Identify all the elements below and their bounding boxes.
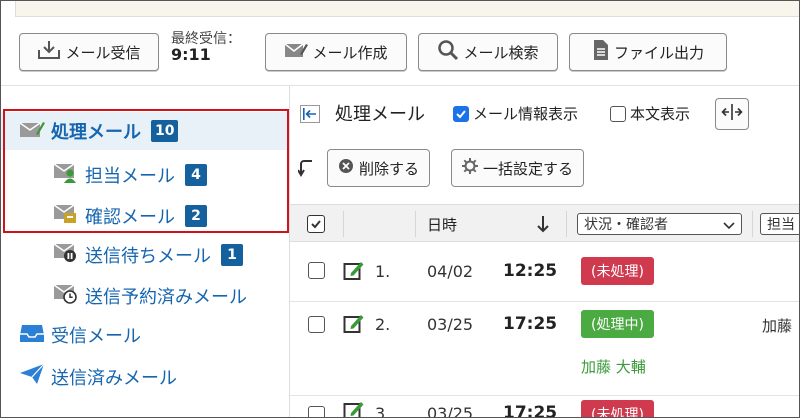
edit-icon[interactable] [343, 400, 365, 417]
clock-mail-icon [53, 282, 79, 309]
delete-button[interactable]: 削除する [327, 149, 431, 187]
bulk-settings-label: 一括設定する [483, 159, 574, 178]
compose-icon [284, 40, 309, 64]
split-view-button[interactable] [715, 98, 749, 130]
assignee-name: 加藤 [762, 317, 793, 335]
inbox-tray-icon [19, 323, 45, 348]
paper-plane-icon [19, 363, 45, 390]
show-body-label: 本文表示 [630, 105, 691, 123]
folder-inbox[interactable]: 受信メール [19, 322, 141, 348]
view-title: 処理メール [335, 104, 425, 125]
last-received-info: 最終受信： 9:11 [171, 31, 241, 63]
export-file-label: ファイル出力 [613, 43, 704, 62]
action-row: 削除する 一括設定する [290, 149, 799, 189]
select-all-checkbox[interactable] [307, 215, 325, 233]
folder-label: 送信済みメール [51, 367, 177, 389]
document-icon [592, 39, 610, 65]
folder-label: 処理メール [51, 122, 141, 143]
receive-mail-button[interactable]: メール受信 [19, 33, 159, 71]
row-time: 12:25 [503, 261, 558, 281]
status-badge: (未処理) [581, 400, 654, 417]
assignee-filter-select[interactable]: 担当 [760, 213, 799, 235]
row-checkbox[interactable] [308, 316, 325, 333]
checkbox-unchecked[interactable] [610, 105, 626, 122]
folder-sidebar: 処理メール 10 担当メール 4 確認メール 2 送信待ちメール 1 送信予約済… [1, 86, 289, 417]
assigned-mail-icon [53, 161, 79, 188]
table-row[interactable]: 2. 03/25 17:25 (処理中) 加藤 大輔 加藤 [290, 302, 799, 395]
return-arrow-icon[interactable] [297, 159, 316, 181]
show-mail-info-label: メール情報表示 [473, 105, 579, 123]
split-arrows-icon [721, 103, 743, 125]
column-divider [415, 211, 416, 237]
unread-count-badge: 2 [185, 204, 207, 227]
x-circle-icon [338, 158, 354, 178]
edit-icon[interactable] [343, 313, 365, 339]
mail-list-panel: 処理メール メール情報表示 本文表示 削除する 一括設定する 日時 状況・確認者… [290, 86, 799, 418]
row-date: 04/02 [427, 262, 474, 281]
unread-count-badge: 1 [221, 243, 243, 266]
column-divider [752, 211, 753, 237]
table-row[interactable]: 1. 04/02 12:25 (未処理) [290, 243, 799, 301]
show-body-toggle[interactable]: 本文表示 [610, 103, 690, 124]
folder-label: 送信待ちメール [85, 245, 211, 267]
confirm-mail-icon [53, 202, 79, 229]
last-received-time: 9:11 [171, 45, 211, 64]
folder-label: 担当メール [85, 165, 175, 187]
folder-processing-mail[interactable]: 処理メール 10 [19, 118, 179, 144]
table-row[interactable]: 3. 03/25 17:25 (未処理) [290, 396, 799, 418]
row-date: 03/25 [427, 404, 474, 418]
row-number: 3. [375, 404, 391, 418]
mail-table-header: 日時 状況・確認者 担当 [290, 204, 799, 242]
status-badge: (処理中) [581, 310, 654, 338]
delete-label: 削除する [359, 159, 420, 178]
edit-icon[interactable] [343, 260, 365, 286]
status-badge: (未処理) [581, 257, 654, 285]
folder-confirm-mail[interactable]: 確認メール 2 [53, 202, 207, 229]
status-filter-select[interactable]: 状況・確認者 [577, 213, 742, 235]
bulk-settings-button[interactable]: 一括設定する [451, 149, 585, 187]
folder-scheduled-mail[interactable]: 送信予約済みメール [53, 282, 247, 309]
window: メール受信 最終受信： 9:11 メール作成 メール検索 ファイル出力 処理メー… [0, 0, 800, 418]
row-time: 17:25 [503, 403, 558, 418]
gear-icon [462, 158, 478, 178]
sort-down-arrow-icon[interactable] [536, 215, 550, 237]
row-number: 1. [375, 262, 391, 281]
row-date: 03/25 [427, 315, 474, 334]
show-mail-info-toggle[interactable]: メール情報表示 [453, 103, 578, 124]
row-time: 17:25 [503, 314, 558, 334]
status-filter-value: 状況・確認者 [584, 217, 668, 233]
confirmer-name: 加藤 大輔 [581, 358, 646, 376]
unread-count-badge: 10 [151, 120, 179, 142]
search-mail-label: メール検索 [463, 43, 539, 62]
inbox-download-icon [37, 40, 61, 64]
folder-label: 受信メール [51, 326, 141, 347]
folder-label: 確認メール [85, 206, 175, 228]
folder-assigned-mail[interactable]: 担当メール 4 [53, 161, 207, 188]
receive-mail-label: メール受信 [65, 43, 141, 62]
collapse-sidebar-icon[interactable] [300, 105, 320, 123]
toolbar: メール受信 最終受信： 9:11 メール作成 メール検索 ファイル出力 [1, 23, 799, 83]
search-icon [437, 39, 459, 65]
compose-mail-label: メール作成 [312, 43, 388, 62]
assignee-filter-value: 担当 [767, 217, 795, 233]
chevron-down-icon [723, 219, 735, 235]
column-divider [343, 211, 344, 237]
folder-outbox-mail[interactable]: 送信待ちメール 1 [53, 241, 243, 268]
folder-label: 送信予約済みメール [85, 286, 247, 308]
top-banner [15, 1, 799, 17]
pause-mail-icon [53, 241, 79, 268]
row-checkbox[interactable] [308, 406, 325, 417]
row-checkbox[interactable] [308, 262, 325, 279]
processing-mail-icon [19, 119, 45, 144]
row-number: 2. [375, 315, 391, 334]
checkbox-checked[interactable] [453, 105, 469, 122]
search-mail-button[interactable]: メール検索 [418, 33, 558, 71]
column-divider [566, 211, 567, 237]
compose-mail-button[interactable]: メール作成 [265, 33, 407, 71]
folder-sent[interactable]: 送信済みメール [19, 363, 177, 390]
datetime-column-header[interactable]: 日時 [427, 214, 457, 235]
unread-count-badge: 4 [185, 163, 207, 186]
export-file-button[interactable]: ファイル出力 [569, 33, 727, 71]
